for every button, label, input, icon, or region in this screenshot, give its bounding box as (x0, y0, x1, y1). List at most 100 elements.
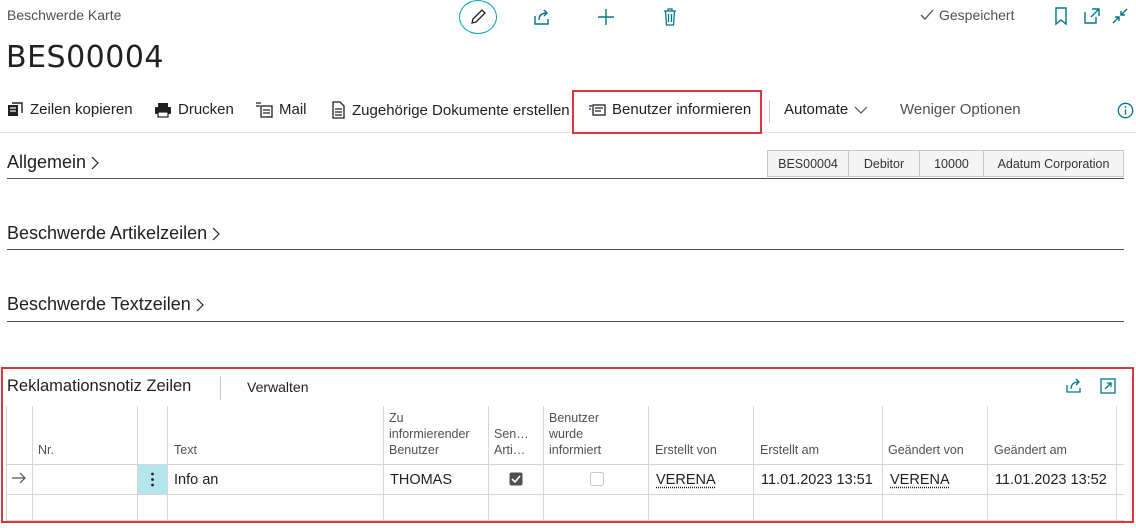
col-user-to-inform-line3: Benutzer (389, 443, 440, 457)
grid-line (6, 406, 7, 520)
open-new-window-icon (1084, 8, 1100, 24)
col-send-line2: Arti… (494, 443, 526, 457)
grid-line (1116, 406, 1117, 520)
share-button[interactable] (531, 6, 553, 28)
section-item-lines[interactable]: Beschwerde Artikelzeilen (7, 223, 221, 244)
grid-line (167, 406, 168, 520)
share-icon (1066, 378, 1081, 393)
bookmark-icon (1055, 7, 1067, 26)
fewer-options-button[interactable]: Weniger Optionen (900, 101, 1021, 118)
info-icon (1117, 102, 1134, 119)
col-modified-by[interactable]: Geändert von (888, 442, 964, 458)
printer-icon (155, 102, 171, 118)
col-user-to-inform-line2: informierender (389, 427, 470, 441)
section-general[interactable]: Allgemein (7, 152, 100, 173)
checkmark-icon (920, 9, 934, 20)
edit-button[interactable] (459, 0, 497, 34)
grid-line (987, 406, 988, 520)
page-title: BES00004 (6, 40, 165, 75)
col-user-informed-line2: wurde (549, 427, 584, 441)
col-user-to-inform[interactable]: Zu informierender Benutzer (389, 410, 470, 458)
cell-created-at: 11.01.2023 13:51 (761, 472, 873, 488)
col-created-at[interactable]: Erstellt am (760, 442, 819, 458)
subpage-title: Reklamationsnotiz Zeilen (7, 377, 192, 395)
row-actions-button[interactable] (138, 465, 167, 494)
mail-action[interactable]: Mail (255, 101, 307, 118)
cell-modified-by[interactable]: VERENA (890, 472, 950, 488)
document-icon (332, 101, 345, 119)
save-status: Gespeichert (919, 7, 1014, 23)
page-caption: Beschwerde Karte (7, 7, 122, 23)
create-documents-action[interactable]: Zugehörige Dokumente erstellen (330, 101, 570, 119)
col-no[interactable]: Nr. (38, 442, 54, 458)
bookmark-button[interactable] (1052, 6, 1070, 26)
action-divider (769, 100, 770, 123)
arrow-right-icon (12, 472, 26, 484)
summary-tag-customer-name: Adatum Corporation (983, 150, 1124, 177)
automate-label: Automate (784, 101, 849, 118)
subpage-share-button[interactable] (1065, 377, 1083, 395)
col-user-informed-line3: informiert (549, 443, 602, 457)
grid-line (543, 406, 544, 520)
plus-icon (598, 9, 614, 25)
grid-line (6, 464, 1124, 465)
col-send[interactable]: Sen… Arti… (494, 426, 529, 458)
expand-icon (1100, 378, 1116, 394)
summary-tag-document: BES00004 (767, 150, 849, 177)
create-documents-label: Zugehörige Dokumente erstellen (352, 101, 570, 119)
grid-line (753, 406, 754, 520)
print-action[interactable]: Drucken (154, 101, 234, 118)
section-general-title: Allgemein (7, 152, 87, 172)
delete-button[interactable] (659, 6, 681, 28)
col-modified-at[interactable]: Geändert am (994, 442, 1067, 458)
col-user-informed[interactable]: Benutzer wurde informiert (549, 410, 601, 458)
pencil-icon (471, 9, 486, 24)
subpage-expand-button[interactable] (1099, 377, 1117, 395)
cell-created-by[interactable]: VERENA (656, 472, 716, 488)
col-created-by[interactable]: Erstellt von (655, 442, 717, 458)
mail-icon (256, 101, 273, 118)
copy-lines-label: Zeilen kopieren (30, 101, 133, 118)
automate-menu[interactable]: Automate (784, 101, 868, 118)
cell-user[interactable]: THOMAS (390, 472, 452, 488)
print-label: Drucken (178, 101, 234, 118)
checkbox-checked-icon (509, 472, 523, 486)
chevron-right-icon (91, 156, 99, 169)
chevron-down-icon (854, 106, 868, 114)
manage-menu[interactable]: Verwalten (247, 379, 308, 395)
grid-line (882, 406, 883, 520)
grid-line (488, 406, 489, 520)
new-button[interactable] (595, 6, 617, 28)
section-divider (7, 178, 1124, 179)
grid-line (383, 406, 384, 520)
section-item-lines-title: Beschwerde Artikelzeilen (7, 223, 208, 243)
highlight-inform-user (572, 90, 762, 134)
col-send-line1: Sen… (494, 427, 529, 441)
informed-checkbox[interactable] (590, 472, 604, 486)
copy-lines-action[interactable]: Zeilen kopieren (7, 101, 133, 118)
mail-label: Mail (279, 101, 307, 118)
grid-line (648, 406, 649, 520)
trash-icon (664, 8, 676, 26)
row-indicator (11, 471, 27, 485)
checkbox-unchecked-icon (590, 472, 604, 486)
section-divider (7, 321, 1124, 322)
open-new-window-button[interactable] (1082, 6, 1102, 26)
chevron-right-icon (212, 227, 220, 240)
subpage-divider (220, 376, 221, 400)
section-text-lines[interactable]: Beschwerde Textzeilen (7, 294, 205, 315)
send-checkbox[interactable] (509, 472, 523, 486)
collapse-button[interactable] (1110, 6, 1130, 26)
chevron-right-icon (196, 298, 204, 311)
col-text[interactable]: Text (174, 442, 197, 458)
col-user-informed-line1: Benutzer (549, 411, 600, 425)
section-text-lines-title: Beschwerde Textzeilen (7, 294, 191, 314)
grid-line (6, 494, 1124, 495)
cell-modified-at: 11.01.2023 13:52 (995, 472, 1107, 488)
grid-line (32, 406, 33, 520)
info-button[interactable] (1117, 102, 1134, 119)
cell-text[interactable]: Info an (174, 472, 218, 488)
more-vertical-icon (151, 472, 154, 487)
col-user-to-inform-line1: Zu (389, 411, 404, 425)
section-divider (7, 249, 1124, 250)
